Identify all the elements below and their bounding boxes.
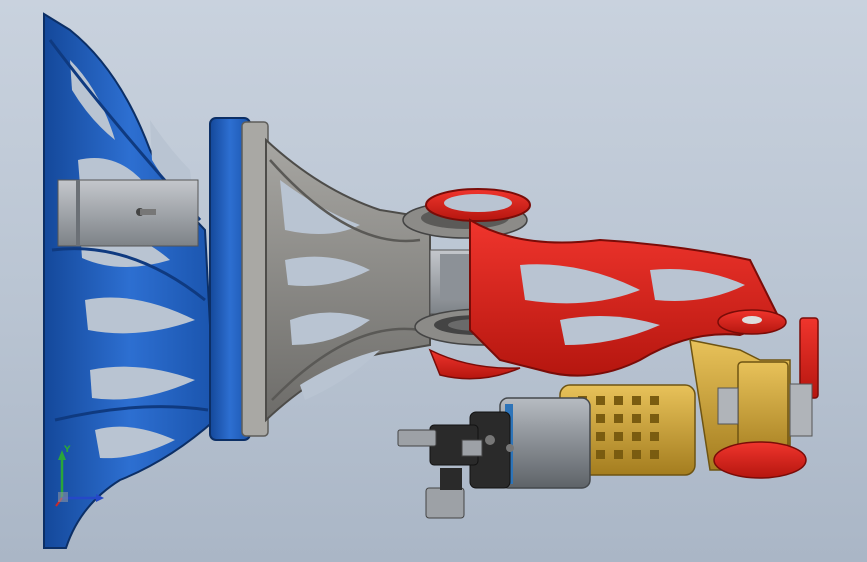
gripper-body[interactable] <box>469 397 591 489</box>
graphics-viewport[interactable]: Y <box>0 0 867 562</box>
y-axis-label: Y <box>63 445 71 455</box>
coordinate-triad: Y <box>55 445 104 507</box>
3d-model-scene[interactable] <box>0 0 867 562</box>
flange-plate[interactable] <box>209 117 269 441</box>
actuator-block[interactable] <box>57 179 199 247</box>
x-axis-arrow <box>96 494 104 502</box>
gripper-jaws[interactable] <box>397 424 483 519</box>
upper-link[interactable] <box>265 137 431 423</box>
